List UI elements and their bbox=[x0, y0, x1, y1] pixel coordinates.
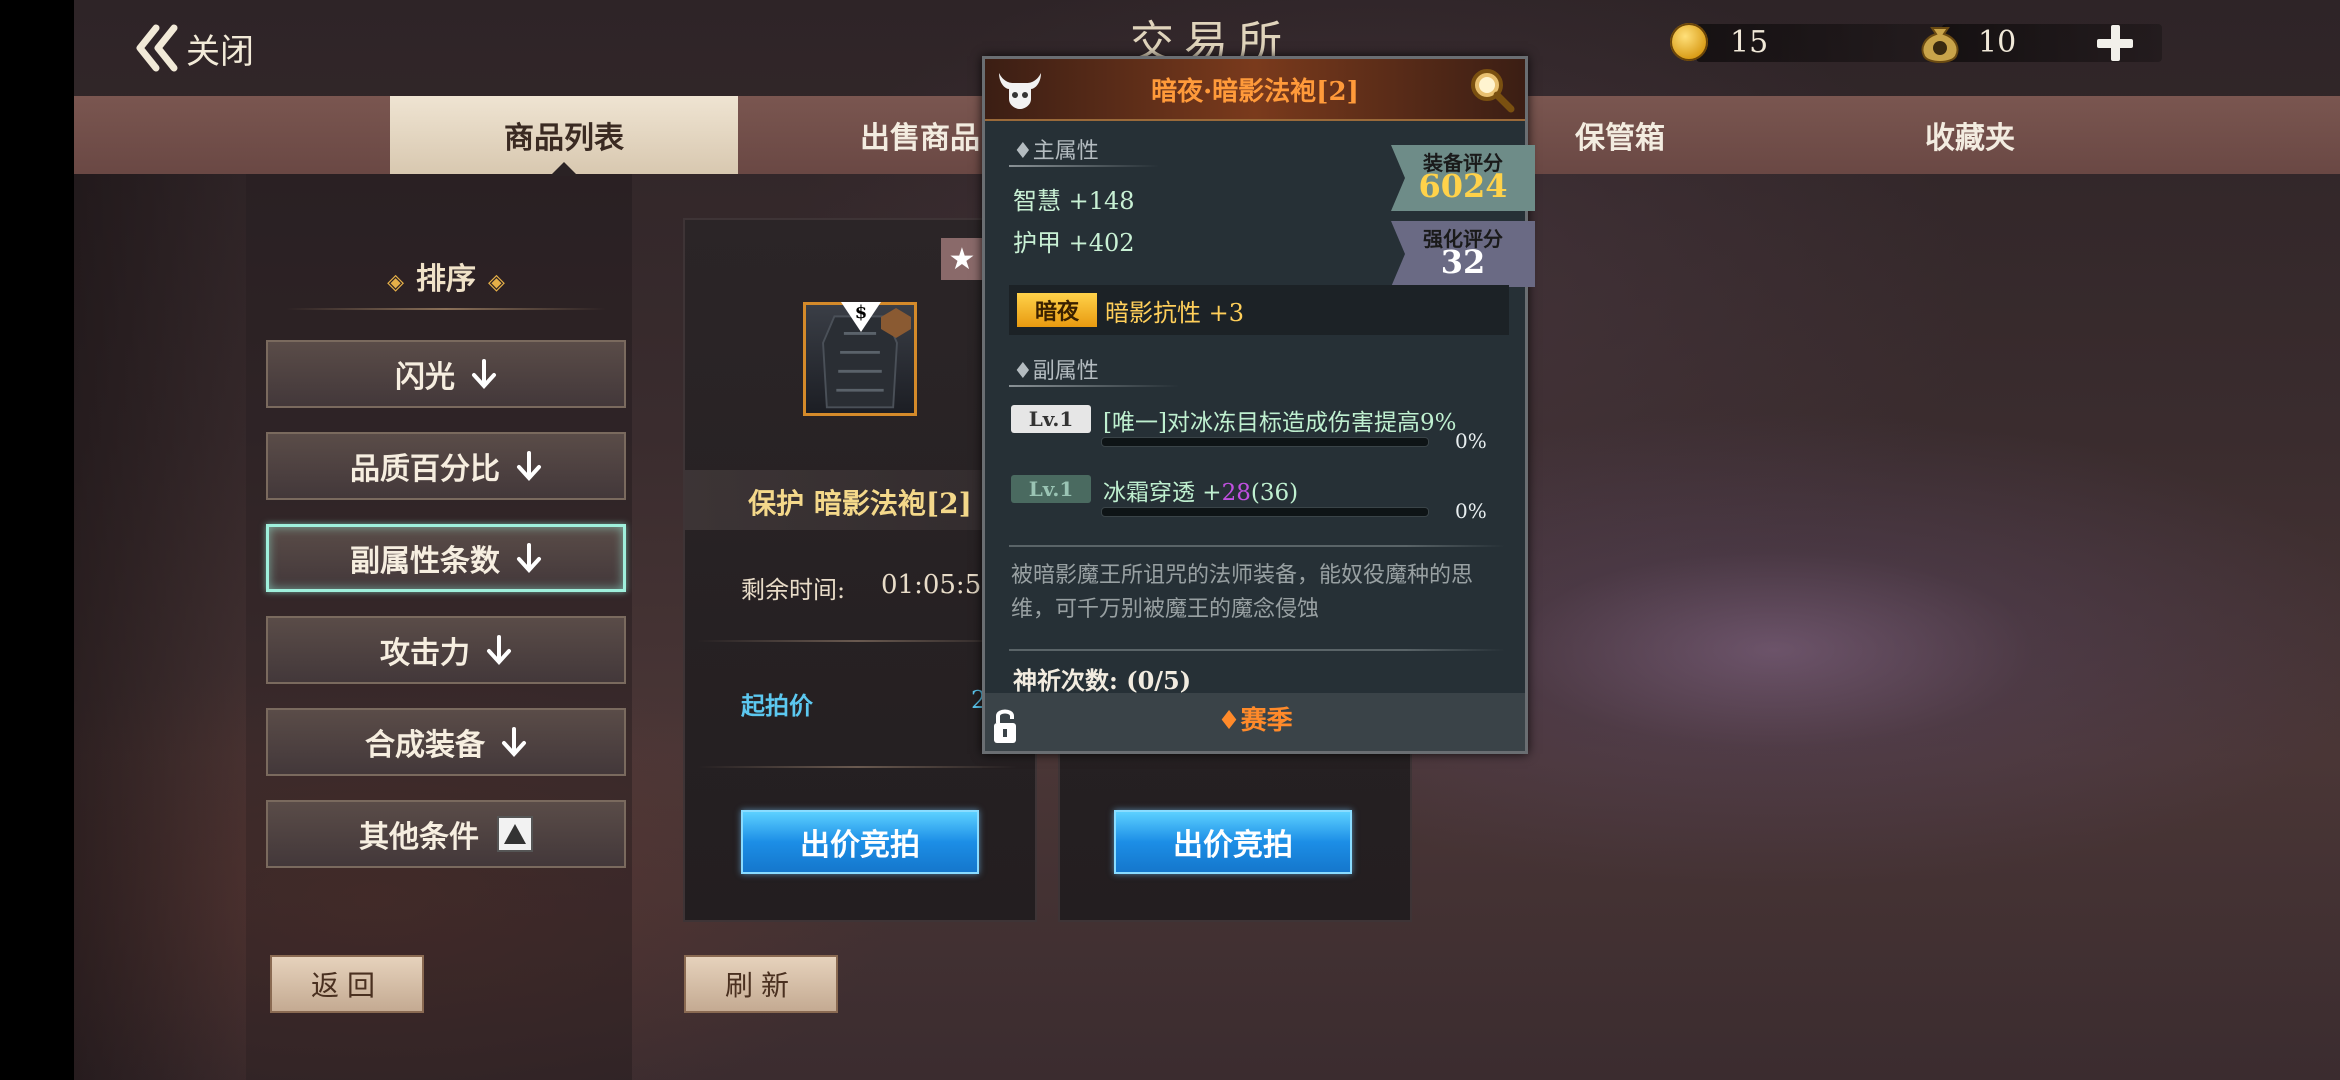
time-value: 01:05:52 bbox=[881, 570, 998, 600]
sort-label: 合成装备 bbox=[365, 728, 485, 763]
bid-button[interactable]: 出价竞拍 bbox=[741, 810, 979, 874]
gem-currency: 10 bbox=[1916, 20, 2162, 64]
triangle-up-icon bbox=[497, 816, 533, 852]
divider bbox=[697, 640, 1017, 642]
arrow-down-icon bbox=[487, 635, 511, 665]
divider bbox=[697, 766, 1017, 768]
close-button[interactable]: 关闭 bbox=[128, 18, 254, 78]
season-label: ♦赛季 bbox=[1217, 706, 1293, 736]
sort-button-synth-equip[interactable]: 合成装备 bbox=[266, 708, 626, 776]
magnifier-icon[interactable] bbox=[1467, 65, 1517, 115]
equip-score-value: 6024 bbox=[1418, 167, 1508, 205]
gem-bag-icon bbox=[1921, 27, 1959, 63]
sub-attr-title: ♦副属性 bbox=[1013, 359, 1099, 384]
gold-coin-icon bbox=[1670, 23, 1708, 61]
item-description: 被暗影魔王所诅咒的法师装备，能奴役魔种的思维，可千万别被魔王的魔念侵蚀 bbox=[1011, 563, 1474, 622]
close-label: 关闭 bbox=[186, 31, 254, 72]
arrow-down-icon bbox=[502, 727, 526, 757]
diamond-icon: ◈ bbox=[488, 269, 505, 295]
set-bonus-text: 暗影抗性 +3 bbox=[1105, 299, 1245, 327]
arrow-down-icon bbox=[517, 543, 541, 573]
diamond-icon: ◈ bbox=[387, 269, 404, 295]
favorite-star-icon[interactable]: ★ bbox=[941, 238, 983, 280]
tab-label: 出售商品 bbox=[860, 121, 980, 156]
arrow-down-icon bbox=[472, 359, 496, 389]
main-attr-title: ♦主属性 bbox=[1013, 139, 1099, 164]
divider bbox=[1009, 385, 1179, 387]
tab-item-list[interactable]: 商品列表 bbox=[390, 96, 738, 176]
prayer-count: 神祈次数: (0/5) bbox=[1013, 666, 1192, 695]
sort-label: 副属性条数 bbox=[350, 544, 500, 579]
tooltip-title: 暗夜·暗影法袍[2] bbox=[1151, 77, 1359, 107]
main-stat: 智慧 +148 bbox=[1013, 187, 1135, 215]
sub-stat-prefix: 冰霜穿透 + bbox=[1103, 480, 1222, 506]
equip-score-badge: 装备评分 6024 bbox=[1391, 145, 1535, 211]
refresh-button[interactable]: 刷新 bbox=[684, 955, 838, 1013]
back-button[interactable]: 返回 bbox=[270, 955, 424, 1013]
main-stat: 护甲 +402 bbox=[1013, 229, 1135, 257]
bid-button[interactable]: 出价竞拍 bbox=[1114, 810, 1352, 874]
arrow-down-icon bbox=[517, 451, 541, 481]
sub-stat-text: [唯一]对冰冻目标造成伤害提高9% bbox=[1103, 410, 1457, 436]
sub-stat-percent: 0% bbox=[1455, 429, 1487, 453]
sort-button-other-conditions[interactable]: 其他条件 bbox=[266, 800, 626, 868]
start-price-label: 起拍价 bbox=[741, 691, 813, 720]
level-badge: Lv.1 bbox=[1011, 405, 1091, 433]
tooltip-footer: ♦赛季 bbox=[985, 693, 1525, 751]
sort-heading: ◈ 排序 ◈ bbox=[266, 254, 626, 298]
divider bbox=[1009, 649, 1505, 651]
sort-title: 排序 bbox=[416, 262, 476, 297]
tab-label: 保管箱 bbox=[1575, 121, 1665, 156]
sub-stat-suffix: (36) bbox=[1250, 480, 1299, 506]
sort-label: 攻击力 bbox=[380, 636, 470, 671]
level-badge: Lv.1 bbox=[1011, 475, 1091, 503]
left-shade bbox=[74, 170, 246, 1080]
divider bbox=[286, 308, 606, 310]
double-chevron-left-icon bbox=[136, 24, 178, 72]
sort-label: 闪光 bbox=[395, 360, 455, 395]
set-bonus-row: 暗夜 暗影抗性 +3 bbox=[1009, 285, 1509, 335]
enhance-score-badge: 强化评分 32 bbox=[1391, 221, 1535, 287]
sub-stat-bonus: 28 bbox=[1221, 480, 1251, 506]
time-label: 剩余时间: bbox=[741, 576, 846, 604]
tab-label: 收藏夹 bbox=[1925, 121, 2015, 156]
gem-value: 10 bbox=[1978, 24, 2017, 60]
add-currency-button[interactable] bbox=[2094, 22, 2136, 64]
gold-value: 15 bbox=[1730, 24, 1769, 60]
sort-button-quality-percent[interactable]: 品质百分比 bbox=[266, 432, 626, 500]
item-tooltip: 暗夜·暗影法袍[2] ♦主属性 智慧 +148 护甲 +402 装备评分 602… bbox=[982, 56, 1535, 754]
sub-stat-percent: 0% bbox=[1455, 499, 1487, 523]
tab-label: 商品列表 bbox=[504, 121, 624, 156]
sort-button-attack[interactable]: 攻击力 bbox=[266, 616, 626, 684]
sub-stat-text: 冰霜穿透 +28(36) bbox=[1103, 473, 1298, 507]
enhance-score-value: 32 bbox=[1440, 243, 1486, 281]
gold-currency: 15 bbox=[1670, 20, 1946, 64]
sort-button-flash[interactable]: 闪光 bbox=[266, 340, 626, 408]
divider bbox=[1009, 165, 1159, 167]
sub-stat-progress bbox=[1101, 437, 1429, 447]
sort-label: 品质百分比 bbox=[350, 452, 500, 487]
sort-button-sub-attr-count[interactable]: 副属性条数 bbox=[266, 524, 626, 592]
sub-stat-progress bbox=[1101, 507, 1429, 517]
set-tag: 暗夜 bbox=[1017, 293, 1097, 327]
tab-favorites[interactable]: 收藏夹 bbox=[1795, 96, 2145, 174]
sort-label: 其他条件 bbox=[359, 820, 479, 855]
divider bbox=[1009, 545, 1505, 547]
